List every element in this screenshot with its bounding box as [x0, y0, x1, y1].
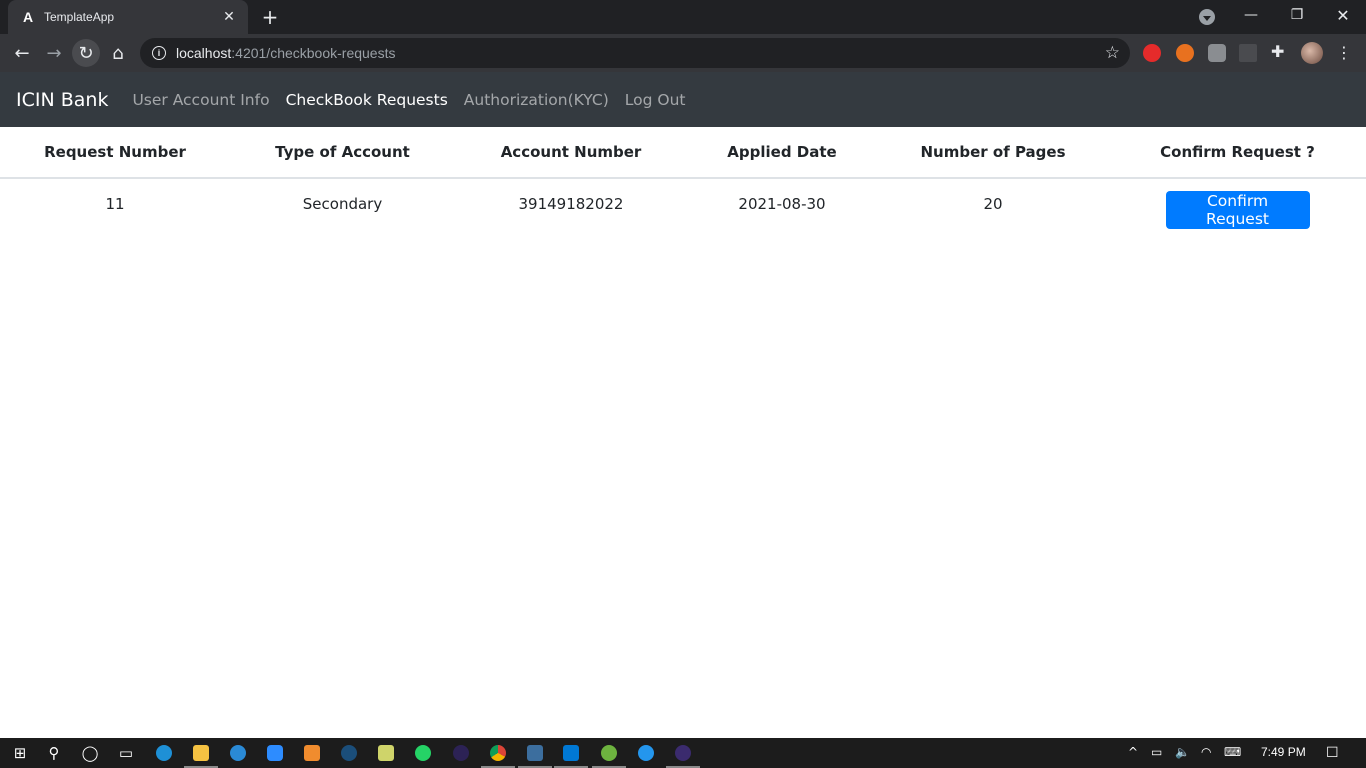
- tab-close-icon[interactable]: ✕: [220, 9, 238, 25]
- nav-checkbook-requests[interactable]: CheckBook Requests: [286, 91, 448, 109]
- restore-icon[interactable]: ❐: [1274, 0, 1320, 30]
- docker-icon[interactable]: [636, 743, 656, 763]
- volume-icon[interactable]: 🔈: [1175, 745, 1190, 759]
- extension-icon[interactable]: [1176, 44, 1194, 62]
- angular-favicon-icon: A: [22, 9, 34, 25]
- cell-applied-date: 2021-08-30: [738, 195, 826, 213]
- vscode-icon[interactable]: [554, 743, 588, 768]
- back-icon[interactable]: ←: [8, 39, 36, 67]
- header-number-of-pages: Number of Pages: [877, 127, 1109, 179]
- nav-authorization-kyc[interactable]: Authorization(KYC): [464, 91, 609, 109]
- adblock-extension-icon[interactable]: [1143, 44, 1161, 62]
- eclipse-ide-icon[interactable]: [666, 743, 700, 768]
- extensions-puzzle-icon[interactable]: ✚: [1271, 42, 1284, 61]
- cell-pages: 20: [983, 195, 1003, 213]
- cortana-icon[interactable]: ◯: [80, 743, 100, 763]
- header-request-number: Request Number: [0, 127, 230, 179]
- internet-explorer-icon[interactable]: [228, 743, 248, 763]
- spring-tool-suite-icon[interactable]: [592, 743, 626, 768]
- edge-icon[interactable]: [154, 743, 174, 763]
- notifications-icon[interactable]: ☐: [1326, 745, 1339, 761]
- steam-icon[interactable]: [339, 743, 359, 763]
- cell-account-number: 39149182022: [518, 195, 624, 213]
- address-bar[interactable]: i localhost:4201/checkbook-requests ☆: [140, 38, 1130, 68]
- confirm-request-button[interactable]: Confirm Request: [1165, 191, 1310, 229]
- cell-account-type: Secondary: [302, 195, 383, 213]
- new-tab-button[interactable]: +: [258, 5, 282, 29]
- tab-title: TemplateApp: [44, 10, 115, 24]
- windows-start-icon[interactable]: ⊞: [10, 743, 30, 763]
- tray-overflow-icon[interactable]: ^: [1128, 745, 1138, 759]
- menu-kebab-icon[interactable]: ⋮: [1336, 43, 1352, 62]
- nav-user-account-info[interactable]: User Account Info: [132, 91, 269, 109]
- profile-avatar[interactable]: [1301, 42, 1323, 64]
- battery-icon[interactable]: ▭: [1151, 745, 1162, 759]
- url-text: localhost:4201/checkbook-requests: [176, 45, 396, 61]
- sublime-icon[interactable]: [302, 743, 322, 763]
- home-icon[interactable]: ⌂: [104, 39, 132, 67]
- forward-icon[interactable]: →: [40, 39, 68, 67]
- cell-request-number: 11: [105, 195, 125, 213]
- header-type-of-account: Type of Account: [230, 127, 455, 179]
- close-window-icon[interactable]: ✕: [1320, 0, 1366, 30]
- nav-log-out[interactable]: Log Out: [625, 91, 686, 109]
- checkbook-requests-table: Request Number Type of Account Account N…: [0, 127, 1366, 229]
- chrome-icon[interactable]: [481, 743, 515, 768]
- cell-action: Confirm Request: [1109, 178, 1366, 229]
- brand-logo[interactable]: ICIN Bank: [16, 89, 108, 111]
- header-applied-date: Applied Date: [687, 127, 877, 179]
- mysql-workbench-icon[interactable]: [518, 743, 552, 768]
- taskbar-clock[interactable]: 7:49 PM: [1261, 745, 1306, 759]
- notepad-icon[interactable]: [376, 743, 396, 763]
- minimize-icon[interactable]: —: [1228, 0, 1274, 30]
- extension-icon[interactable]: [1239, 44, 1257, 62]
- table-header-row: Request Number Type of Account Account N…: [0, 127, 1366, 179]
- bookmark-star-icon[interactable]: ☆: [1105, 43, 1120, 63]
- site-info-icon[interactable]: i: [152, 46, 166, 60]
- header-account-number: Account Number: [455, 127, 687, 179]
- eclipse-icon[interactable]: [451, 743, 471, 763]
- extension-icon[interactable]: [1208, 44, 1226, 62]
- wifi-icon[interactable]: ◠: [1201, 745, 1211, 759]
- tab-search-icon[interactable]: [1199, 9, 1215, 25]
- table-row: 11 Secondary 39149182022 2021-08-30 20 C…: [0, 178, 1366, 229]
- zoom-icon[interactable]: [265, 743, 285, 763]
- windows-taskbar: ⊞ ⚲ ◯ ▭ ^ ▭ 🔈 ◠ ⌨ 7:49 PM ☐: [0, 738, 1366, 768]
- search-icon[interactable]: ⚲: [44, 743, 64, 763]
- browser-tab[interactable]: A TemplateApp ✕: [8, 0, 248, 34]
- browser-toolbar: ← → ↻ ⌂ i localhost:4201/checkbook-reque…: [0, 34, 1366, 72]
- app-navbar: ICIN Bank User Account Info CheckBook Re…: [0, 72, 1366, 127]
- reload-icon[interactable]: ↻: [72, 39, 100, 67]
- header-confirm-request: Confirm Request ?: [1109, 127, 1366, 179]
- keyboard-icon[interactable]: ⌨: [1224, 745, 1241, 759]
- browser-titlebar: A TemplateApp ✕ + — ❐ ✕: [0, 0, 1366, 34]
- whatsapp-icon[interactable]: [413, 743, 433, 763]
- task-view-icon[interactable]: ▭: [116, 743, 136, 763]
- file-explorer-icon[interactable]: [184, 743, 218, 768]
